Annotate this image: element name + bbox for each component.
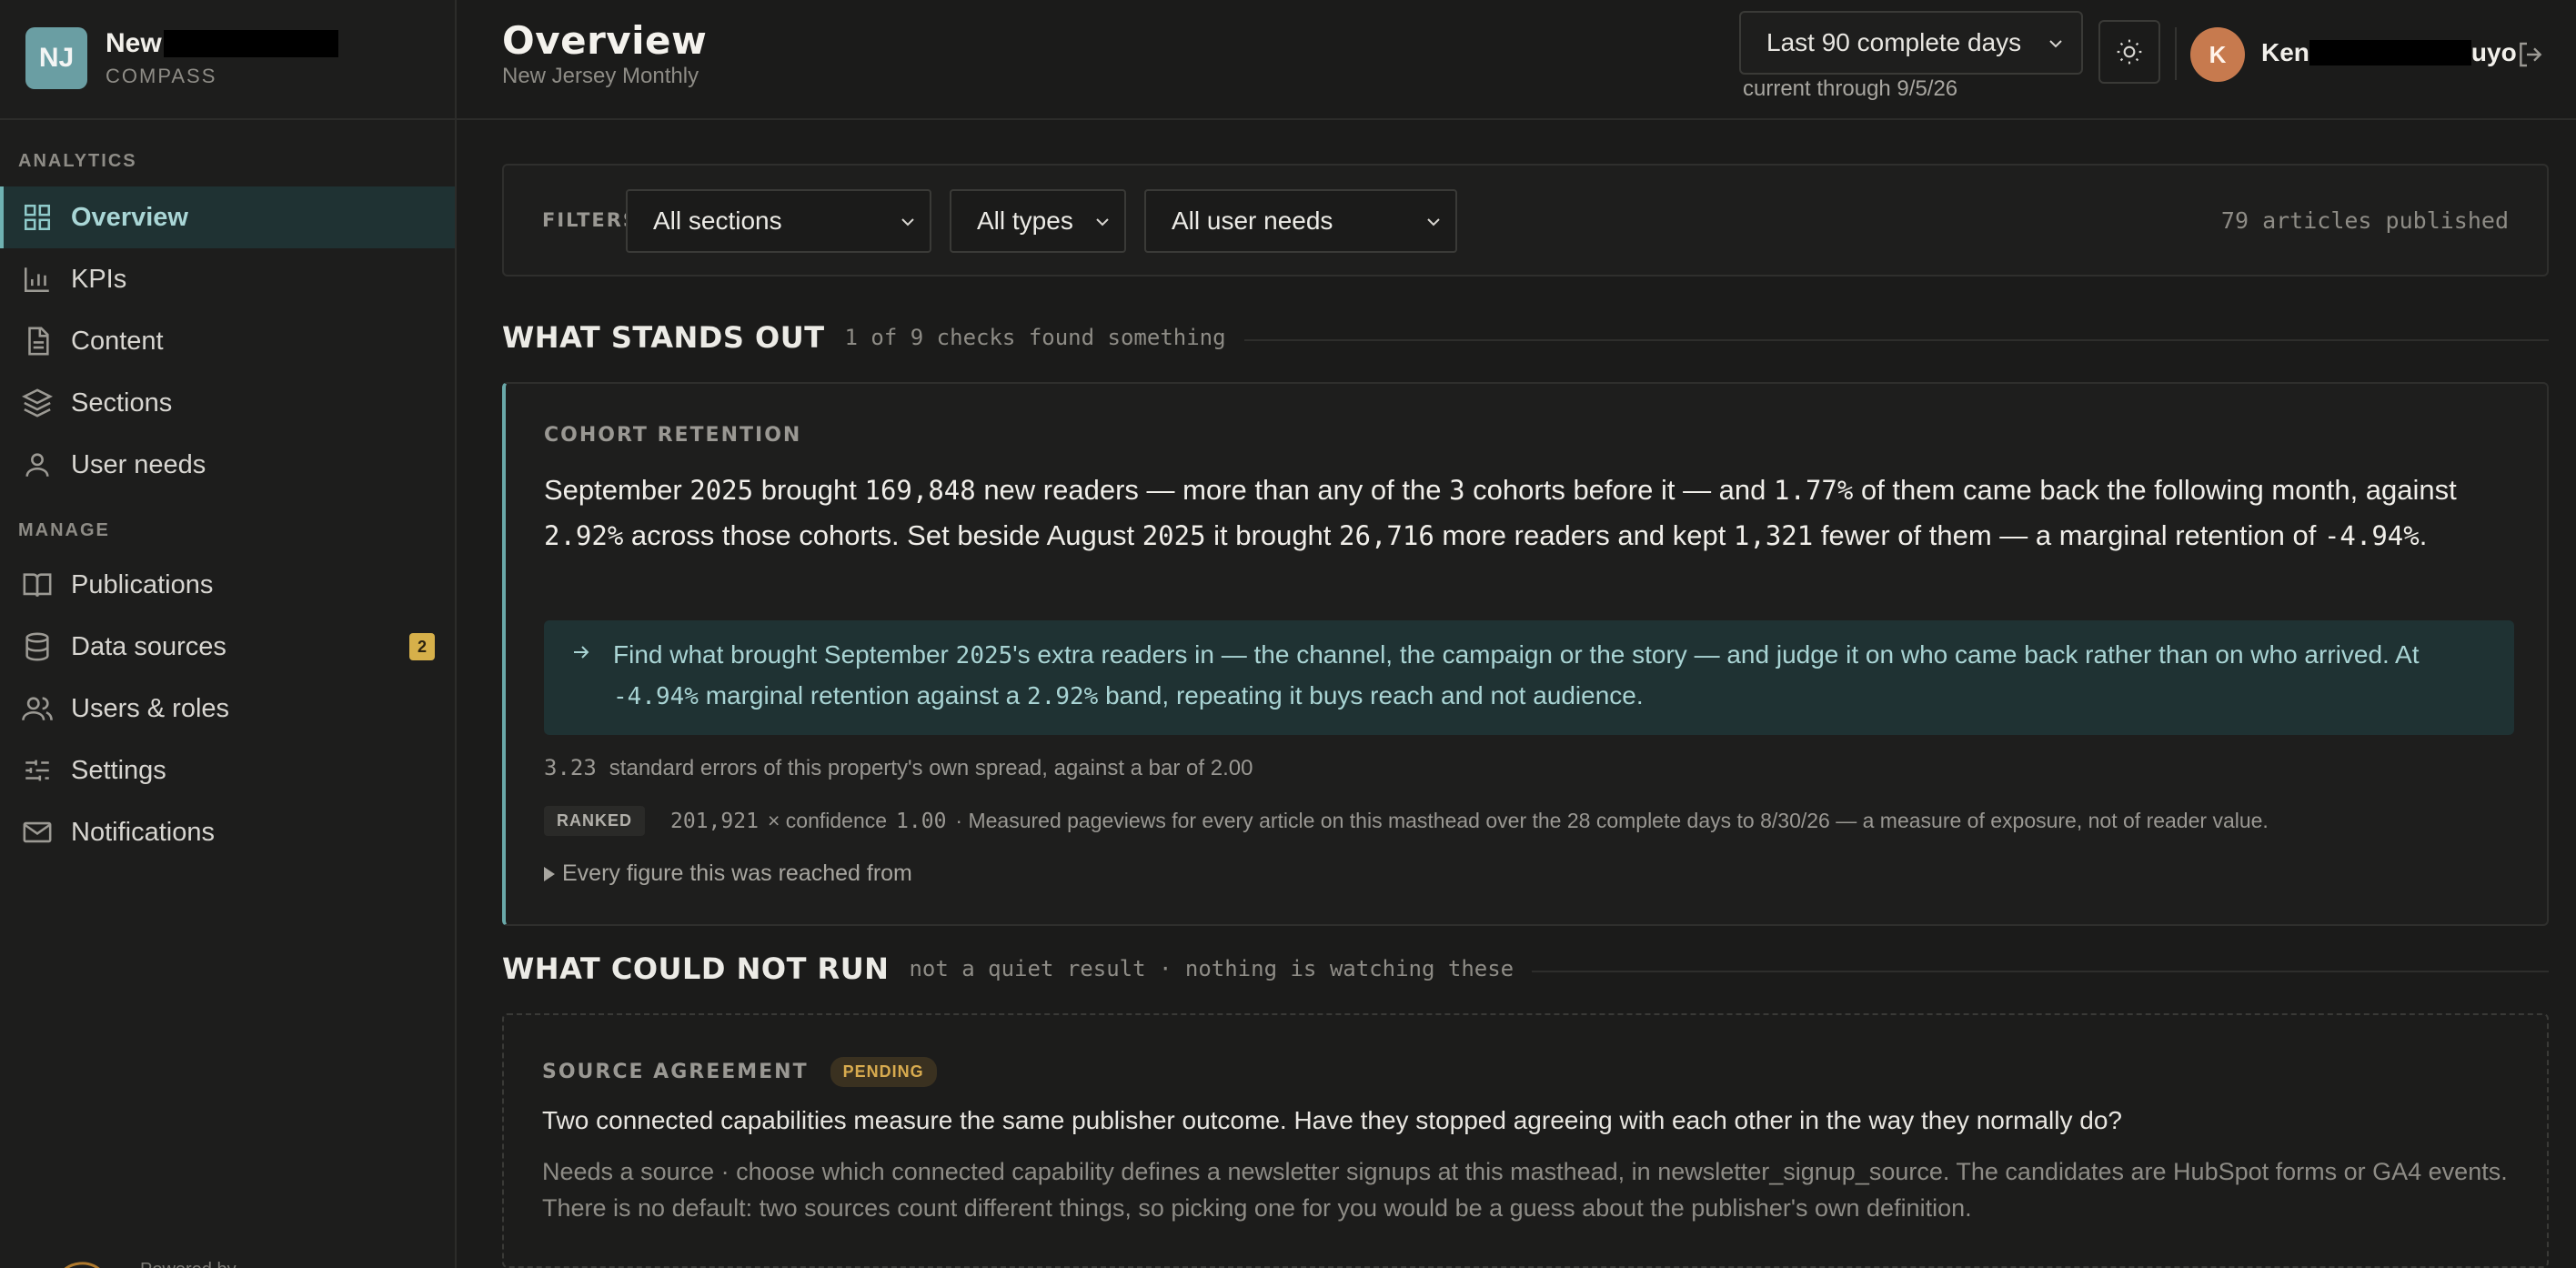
section-subtitle: 1 of 9 checks found something — [844, 325, 1226, 350]
powered-by: Powered by — [55, 1252, 236, 1268]
sidebar-item-label: Settings — [71, 755, 166, 785]
sidebar-item-users-roles[interactable]: Users & roles — [0, 678, 455, 740]
sidebar-item-user-needs[interactable]: User needs — [0, 434, 455, 496]
layers-icon — [22, 388, 53, 418]
finding-lead: September 2025 brought 169,848 new reade… — [544, 474, 2457, 551]
significance-stat: 3.23 standard errors of this property's o… — [544, 755, 1253, 780]
page-subtitle: New Jersey Monthly — [502, 64, 699, 88]
status-badge: PENDING — [830, 1057, 937, 1087]
recommendation-text: Find what brought September 2025's extra… — [613, 640, 2420, 710]
figures-disclosure[interactable]: Every figure this was reached from — [544, 860, 912, 887]
section-title: WHAT COULD NOT RUN — [502, 951, 890, 986]
section-filter-select[interactable]: All sections — [626, 189, 931, 253]
avatar[interactable]: K — [2190, 27, 2245, 82]
swirl-logo-icon — [64, 1262, 100, 1268]
sidebar-item-label: Overview — [71, 202, 188, 232]
article-count: 79 articles published — [2220, 207, 2509, 234]
document-icon — [28, 327, 49, 356]
card-kicker: SOURCE AGREEMENT — [542, 1061, 809, 1083]
filters-label: FILTERS — [542, 209, 639, 231]
caret-right-icon — [544, 866, 555, 881]
recommendation-box: Find what brought September 2025's extra… — [544, 620, 2514, 735]
top-header: Overview New Jersey Monthly Last 90 comp… — [457, 0, 2576, 120]
sidebar-item-label: Publications — [71, 569, 214, 599]
brand[interactable]: NJ New COMPASS — [25, 27, 338, 89]
sidebar-item-data-sources[interactable]: Data sources 2 — [0, 616, 455, 678]
data-freshness: current through 9/5/26 — [1743, 76, 1958, 101]
mail-icon — [23, 821, 52, 843]
sidebar-item-label: Sections — [71, 387, 173, 418]
sidebar: NJ New COMPASS ANALYTICS Overview KPIs C… — [0, 0, 457, 1268]
section-what-stands-out: WHAT STANDS OUT 1 of 9 checks found some… — [502, 320, 2549, 355]
ranked-pill: RANKED — [544, 806, 646, 836]
page-title: Overview — [502, 18, 708, 63]
logout-icon[interactable] — [2516, 40, 2545, 69]
sidebar-item-publications[interactable]: Publications — [0, 554, 455, 616]
section-subtitle: not a quiet result · nothing is watching… — [909, 956, 1514, 981]
book-icon — [23, 573, 52, 597]
section-what-could-not-run: WHAT COULD NOT RUN not a quiet result · … — [502, 951, 2549, 986]
finding-card-cohort-retention: COHORT RETENTION September 2025 brought … — [502, 382, 2549, 926]
user-icon — [25, 453, 49, 477]
brand-product: COMPASS — [106, 65, 217, 87]
nav-section-manage: MANAGE — [18, 520, 110, 540]
check-question: Two connected capabilities measure the s… — [542, 1106, 2122, 1134]
user-name[interactable]: Ken uyo — [2261, 38, 2517, 67]
ranking-row: RANKED 201,921 × confidence 1.00 · Measu… — [544, 806, 2269, 836]
users-icon — [22, 697, 53, 720]
type-filter-select[interactable]: All types — [950, 189, 1126, 253]
data-sources-badge: 2 — [409, 633, 435, 660]
theme-toggle-button[interactable] — [2098, 20, 2160, 84]
check-requirement: Needs a source · choose which connected … — [542, 1158, 2508, 1222]
chevron-down-icon — [1096, 218, 1109, 226]
sidebar-item-label: Notifications — [71, 817, 215, 847]
database-icon — [25, 632, 49, 661]
sidebar-item-overview[interactable]: Overview — [0, 186, 455, 248]
sidebar-item-content[interactable]: Content — [0, 310, 455, 372]
sidebar-item-label: KPIs — [71, 264, 127, 294]
date-range-select[interactable]: Last 90 complete days — [1739, 11, 2083, 75]
nav-section-analytics: ANALYTICS — [18, 151, 137, 171]
sidebar-item-label: Users & roles — [71, 693, 230, 723]
sidebar-item-label: User needs — [71, 449, 206, 479]
sliders-icon — [25, 760, 49, 781]
sidebar-item-label: Data sources — [71, 631, 226, 661]
sun-icon — [2117, 39, 2142, 65]
brand-logo: NJ — [25, 27, 87, 89]
arrow-right-icon — [574, 646, 589, 659]
sidebar-item-settings[interactable]: Settings — [0, 740, 455, 801]
check-card-source-agreement: SOURCE AGREEMENT PENDING Two connected c… — [502, 1013, 2549, 1268]
sidebar-item-label: Content — [71, 326, 164, 356]
bar-chart-icon — [24, 267, 49, 293]
sidebar-item-notifications[interactable]: Notifications — [0, 801, 455, 863]
card-kicker: COHORT RETENTION — [544, 424, 802, 447]
sidebar-item-sections[interactable]: Sections — [0, 372, 455, 434]
chevron-down-icon — [901, 218, 914, 226]
grid-icon — [24, 204, 51, 231]
section-title: WHAT STANDS OUT — [502, 320, 825, 355]
filters-bar: FILTERS All sections All types All user … — [502, 164, 2549, 277]
brand-name: New — [106, 28, 338, 59]
chevron-down-icon — [1427, 218, 1440, 226]
chevron-down-icon — [2049, 40, 2062, 48]
user-need-filter-select[interactable]: All user needs — [1144, 189, 1457, 253]
sidebar-item-kpis[interactable]: KPIs — [0, 248, 455, 310]
